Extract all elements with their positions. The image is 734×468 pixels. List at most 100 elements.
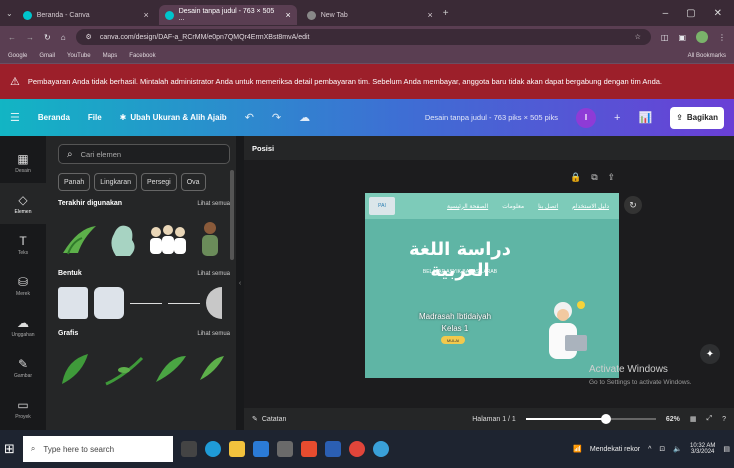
file-explorer-icon[interactable] <box>228 441 245 457</box>
app-icon[interactable] <box>372 441 389 457</box>
sprout-graphic[interactable] <box>196 348 226 388</box>
tray-chevron-icon[interactable]: ^ <box>648 446 651 453</box>
chip-arrow[interactable]: Panah <box>58 173 91 191</box>
close-tab-icon[interactable]: × <box>427 10 432 20</box>
branch-graphic[interactable] <box>104 348 144 388</box>
chip-oval[interactable]: Ova <box>180 173 206 191</box>
add-page-icon[interactable]: ⇪ <box>608 172 616 183</box>
document-title[interactable]: Desain tanpa judul - 763 piks × 505 piks <box>425 113 558 122</box>
grid-view-icon[interactable]: ▦ <box>690 415 697 423</box>
redo-icon[interactable]: ↷ <box>272 111 281 124</box>
page-indicator[interactable]: Halaman 1 / 1 <box>472 416 516 423</box>
close-tab-icon[interactable]: × <box>285 10 290 20</box>
menu-icon[interactable]: ⋮ <box>718 33 726 42</box>
home-button[interactable]: Beranda <box>38 113 70 122</box>
avatar[interactable]: I <box>576 107 597 128</box>
cloud-save-icon[interactable]: ☁ <box>299 111 310 124</box>
network-icon[interactable]: ⊡ <box>659 445 665 453</box>
office-icon[interactable] <box>300 441 317 457</box>
resize-button[interactable]: ✱ Ubah Ukuran & Alih Ajaib <box>120 113 227 122</box>
store-icon[interactable] <box>276 441 293 457</box>
bookmark-facebook[interactable]: Facebook <box>129 53 155 59</box>
refresh-icon[interactable]: ↻ <box>624 196 642 214</box>
lock-icon[interactable]: 🔒 <box>570 172 581 183</box>
rail-item-uploads[interactable]: ☁ Unggahan <box>0 307 46 348</box>
new-tab-icon[interactable]: + <box>443 8 449 19</box>
tab-new-tab[interactable]: New Tab × <box>301 5 439 25</box>
taskbar-search-input[interactable]: ⌕ Type here to search <box>22 436 173 462</box>
home-icon[interactable]: ⌂ <box>61 33 66 42</box>
fullscreen-icon[interactable]: ⤢ <box>706 415 712 423</box>
bookmark-youtube[interactable]: YouTube <box>67 53 91 59</box>
hamburger-menu-icon[interactable]: ☰ <box>10 111 20 124</box>
word-icon[interactable] <box>324 441 341 457</box>
rail-item-brand[interactable]: ⛁ Merek <box>0 265 46 306</box>
square-shape[interactable] <box>58 287 88 319</box>
rail-item-text[interactable]: T Teks <box>0 224 46 265</box>
tab-list-chevron-icon[interactable]: ⌄ <box>6 9 13 18</box>
zoom-slider-handle[interactable] <box>601 414 612 424</box>
edge-icon[interactable] <box>204 441 221 457</box>
zoom-slider[interactable] <box>525 414 656 424</box>
close-tab-icon[interactable]: × <box>143 10 148 20</box>
bookmark-star-icon[interactable]: ☆ <box>635 33 641 41</box>
volume-icon[interactable]: 🔈 <box>673 445 682 453</box>
notifications-icon[interactable]: ▤ <box>723 445 730 453</box>
figure-graphic[interactable] <box>104 218 140 258</box>
chip-square[interactable]: Persegi <box>141 173 177 191</box>
rail-item-draw[interactable]: ✎ Gambar <box>0 348 46 389</box>
bookmark-google[interactable]: Google <box>8 53 27 59</box>
magic-assistant-icon[interactable]: ✦ <box>700 344 720 364</box>
sidepanel-icon[interactable]: ▣ <box>678 33 686 42</box>
notes-button[interactable]: ✎ Catatan <box>252 415 286 424</box>
leaf-graphic[interactable] <box>58 348 98 388</box>
weather-text[interactable]: Mendekati rekor <box>590 446 640 453</box>
bookmark-maps[interactable]: Maps <box>103 53 118 59</box>
url-input[interactable]: ⚙ canva.com/design/DAF-a_RCrMM/e0pn7QMQr… <box>75 29 651 45</box>
chrome-icon[interactable] <box>348 441 365 457</box>
insights-chart-icon[interactable]: 📊 <box>638 111 652 124</box>
clock[interactable]: 10:32 AM 3/3/2024 <box>690 443 715 455</box>
rail-item-design[interactable]: ▦ Desain <box>0 142 46 183</box>
rail-item-projects[interactable]: ▭ Proyek <box>0 389 46 430</box>
tab-design[interactable]: Desain tanpa judul - 763 × 505 ... × <box>158 5 297 25</box>
forward-icon[interactable]: → <box>26 33 34 42</box>
minimize-icon[interactable]: – <box>663 8 669 19</box>
profile-icon[interactable] <box>696 31 708 43</box>
design-slide[interactable]: الصفحة الرئيسية معلومات اتصل بنا دليل ال… <box>365 193 619 378</box>
see-all-recent[interactable]: Lihat semua <box>197 201 230 207</box>
vine-graphic[interactable] <box>150 348 190 388</box>
share-button[interactable]: ⇪ Bagikan <box>670 106 724 129</box>
position-button[interactable]: Posisi <box>244 136 734 160</box>
plant-graphic[interactable] <box>58 218 98 258</box>
duplicate-page-icon[interactable]: ⧉ <box>591 172 597 183</box>
reload-icon[interactable]: ↻ <box>44 33 51 42</box>
people-graphic[interactable] <box>146 218 190 258</box>
restore-icon[interactable]: ▢ <box>686 8 695 19</box>
half-circle-shape[interactable] <box>206 287 222 319</box>
arrow-line-shape[interactable] <box>168 302 200 304</box>
close-window-icon[interactable]: ✕ <box>714 8 722 19</box>
collapse-panel-button[interactable]: ‹ <box>236 136 244 430</box>
all-bookmarks[interactable]: All Bookmarks <box>688 53 726 59</box>
rounded-square-shape[interactable] <box>94 287 124 319</box>
extensions-icon[interactable]: ◫ <box>661 33 669 42</box>
site-info-icon[interactable]: ⚙ <box>86 33 92 41</box>
undo-icon[interactable]: ↶ <box>245 111 254 124</box>
chip-circle[interactable]: Lingkaran <box>94 173 137 191</box>
back-icon[interactable]: ← <box>8 33 16 42</box>
zoom-value[interactable]: 62% <box>666 416 680 423</box>
help-icon[interactable]: ? <box>722 416 726 423</box>
file-menu-button[interactable]: File <box>88 113 102 122</box>
line-shape[interactable] <box>130 302 162 304</box>
add-collaborator-icon[interactable]: + <box>614 112 620 124</box>
person-graphic[interactable] <box>196 218 224 258</box>
see-all-graphics[interactable]: Lihat semua <box>197 331 230 337</box>
element-search-input[interactable]: ⌕ Cari elemen <box>58 144 230 164</box>
bookmark-gmail[interactable]: Gmail <box>39 53 55 59</box>
rail-item-elements[interactable]: ◇ Elemen <box>0 183 46 225</box>
tab-beranda[interactable]: Beranda - Canva × <box>17 5 155 25</box>
panel-scrollbar[interactable] <box>230 170 234 260</box>
task-view-icon[interactable] <box>180 441 197 457</box>
windows-start-icon[interactable]: ⊞ <box>4 441 15 457</box>
